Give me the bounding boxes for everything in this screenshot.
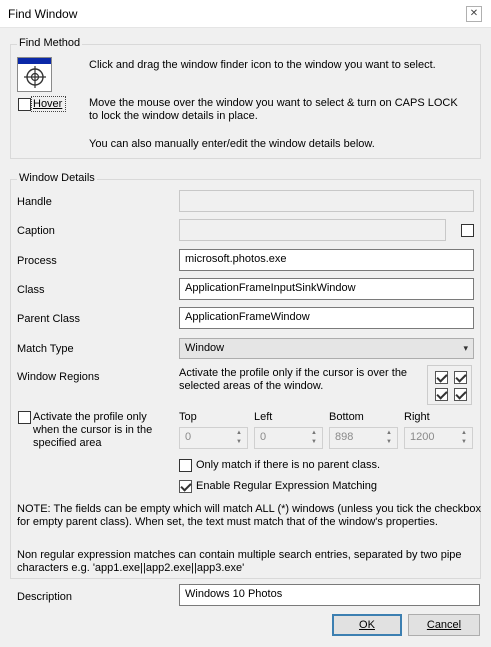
- area-label-line3: specified area: [33, 437, 102, 449]
- cancel-button[interactable]: Cancel: [408, 614, 480, 636]
- left-label: Left: [254, 411, 273, 423]
- class-label: Class: [17, 284, 45, 296]
- region-top-left-checkbox[interactable]: [435, 371, 448, 384]
- drag-instruction: Click and drag the window finder icon to…: [89, 59, 436, 71]
- caption-label: Caption: [17, 225, 55, 237]
- specified-area-checkbox[interactable]: [18, 411, 31, 424]
- match-type-select[interactable]: Window ▾: [179, 338, 474, 359]
- crosshair-target-icon: [24, 66, 46, 88]
- area-label-line1: Activate the profile only: [33, 411, 147, 423]
- caption-field[interactable]: [179, 219, 446, 241]
- bottom-spinner[interactable]: 898 ▲ ▼: [329, 427, 398, 449]
- parent-class-label: Parent Class: [17, 313, 80, 325]
- regions-text-line2: selected areas of the window.: [179, 380, 324, 392]
- bottom-value: 898: [335, 431, 354, 443]
- spinner-arrows-icon: ▲ ▼: [386, 430, 392, 445]
- match-type-label: Match Type: [17, 343, 74, 355]
- no-parent-checkbox[interactable]: [179, 459, 192, 472]
- class-field[interactable]: ApplicationFrameInputSinkWindow: [179, 278, 474, 300]
- handle-label: Handle: [17, 196, 52, 208]
- ok-label: OK: [359, 619, 375, 631]
- caption-checkbox[interactable]: [461, 224, 474, 237]
- window-regions-label: Window Regions: [17, 371, 100, 383]
- cancel-label: Cancel: [426, 619, 462, 631]
- window-regions-grid: [427, 365, 472, 405]
- find-method-legend: Find Method: [17, 37, 83, 49]
- left-spinner[interactable]: 0 ▲ ▼: [254, 427, 323, 449]
- process-label: Process: [17, 255, 57, 267]
- hover-checkbox[interactable]: [18, 98, 31, 111]
- hover-instruction-line1: Move the mouse over the window you want …: [89, 97, 458, 109]
- note-line2: for empty parent class). When set, the t…: [17, 516, 438, 528]
- ok-button[interactable]: OK: [332, 614, 402, 636]
- spinner-arrows-icon: ▲ ▼: [461, 430, 467, 445]
- hover-instruction-line2: to lock the window details in place.: [89, 110, 258, 122]
- description-field[interactable]: Windows 10 Photos: [179, 584, 480, 606]
- description-label: Description: [17, 591, 73, 603]
- note-line1: NOTE: The fields can be empty which will…: [17, 503, 482, 515]
- process-field[interactable]: microsoft.photos.exe: [179, 249, 474, 271]
- nonregex-line2: characters e.g. 'app1.exe||app2.exe||app…: [17, 562, 245, 574]
- right-spinner[interactable]: 1200 ▲ ▼: [404, 427, 473, 449]
- region-bottom-left-checkbox[interactable]: [435, 388, 448, 401]
- area-label-line2: when the cursor is in the: [33, 424, 153, 436]
- regions-text-line1: Activate the profile only if the cursor …: [179, 367, 408, 379]
- hover-focus-rect: [31, 96, 66, 112]
- regex-label: Enable Regular Expression Matching: [196, 480, 377, 492]
- regex-checkbox[interactable]: [179, 480, 192, 493]
- window-details-legend: Window Details: [17, 172, 97, 184]
- left-value: 0: [260, 431, 267, 443]
- top-value: 0: [185, 431, 192, 443]
- close-button[interactable]: ✕: [466, 6, 482, 22]
- region-top-right-checkbox[interactable]: [454, 371, 467, 384]
- nonregex-line1: Non regular expression matches can conta…: [17, 549, 462, 561]
- no-parent-label: Only match if there is no parent class.: [196, 459, 381, 471]
- window-finder-icon[interactable]: [17, 57, 52, 92]
- region-bottom-right-checkbox[interactable]: [454, 388, 467, 401]
- right-value: 1200: [410, 431, 435, 443]
- match-type-value: Window: [185, 342, 225, 354]
- top-label: Top: [179, 411, 197, 423]
- top-spinner[interactable]: 0 ▲ ▼: [179, 427, 248, 449]
- handle-field[interactable]: [179, 190, 474, 212]
- window-title: Find Window: [8, 7, 78, 21]
- right-label: Right: [404, 411, 430, 423]
- chevron-down-icon: ▾: [463, 343, 468, 353]
- spinner-arrows-icon: ▲ ▼: [311, 430, 317, 445]
- spinner-arrows-icon: ▲ ▼: [236, 430, 242, 445]
- close-icon: ✕: [469, 8, 479, 19]
- parent-class-field[interactable]: ApplicationFrameWindow: [179, 307, 474, 329]
- bottom-label: Bottom: [329, 411, 364, 423]
- manual-instruction: You can also manually enter/edit the win…: [89, 138, 375, 150]
